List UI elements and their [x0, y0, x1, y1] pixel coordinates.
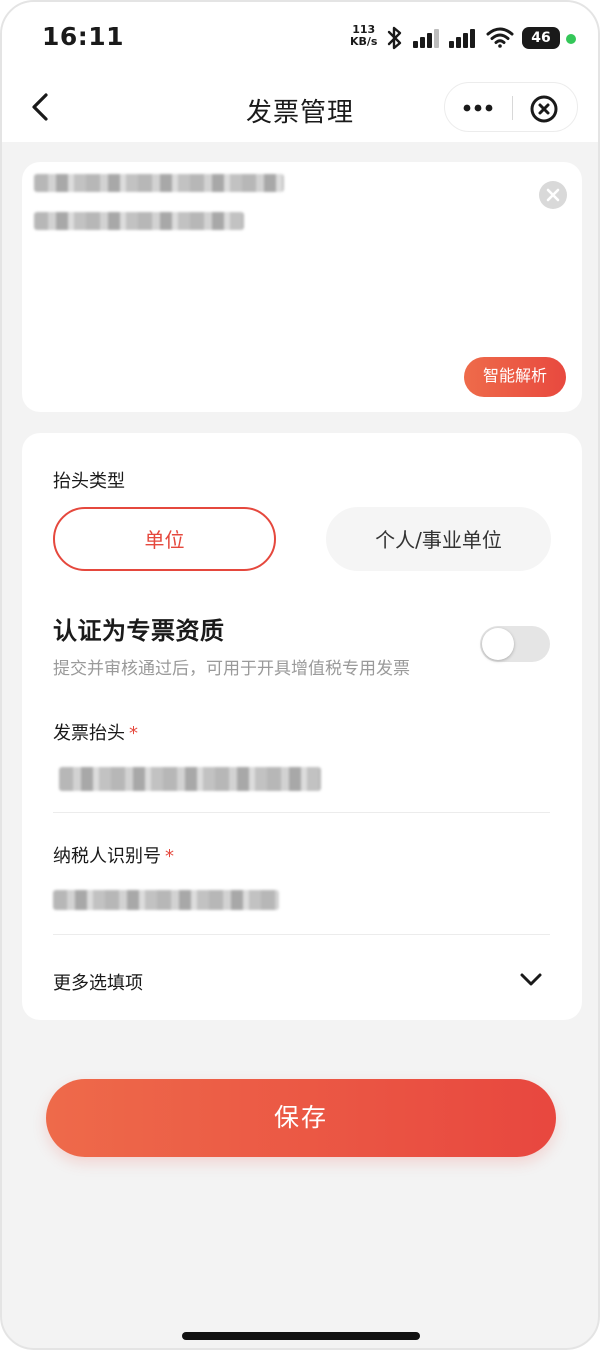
cert-title: 认证为专票资质	[53, 617, 225, 645]
bluetooth-icon	[387, 26, 402, 50]
pasted-text-redacted	[34, 212, 244, 230]
type-option-personal[interactable]: 个人/事业单位	[326, 507, 551, 571]
paste-text-card[interactable]: 智能解析	[22, 162, 582, 412]
phone-screen: 16:11 113 KB/s 46 发票管理 智能解析 抬头类型 单位 个人/事…	[0, 0, 600, 1350]
close-miniprogram-icon[interactable]	[529, 94, 559, 124]
more-options-label[interactable]: 更多选填项	[53, 969, 143, 995]
battery-icon: 46	[522, 27, 560, 49]
invoice-title-field[interactable]	[53, 761, 550, 801]
divider	[53, 812, 550, 813]
pasted-text-redacted	[34, 174, 284, 192]
header-type-label: 抬头类型	[53, 471, 125, 492]
save-button[interactable]: 保存	[46, 1079, 556, 1157]
taxpayer-id-field[interactable]	[53, 882, 550, 922]
home-indicator	[182, 1332, 420, 1340]
signal-icon	[449, 29, 475, 48]
toggle-knob	[482, 628, 514, 660]
capsule-divider	[512, 96, 513, 120]
invoice-title-redacted	[59, 767, 321, 791]
status-bar: 16:11 113 KB/s 46	[2, 2, 598, 72]
divider	[53, 934, 550, 935]
chevron-down-icon[interactable]	[518, 967, 544, 993]
invoice-title-label-text: 发票抬头	[53, 723, 125, 744]
status-time: 16:11	[42, 22, 125, 51]
taxpayer-id-redacted	[53, 890, 279, 910]
required-mark: *	[129, 723, 138, 744]
more-icon[interactable]	[459, 95, 497, 121]
network-speed-unit: KB/s	[350, 35, 378, 48]
network-speed: 113 KB/s	[350, 24, 377, 48]
required-mark: *	[165, 846, 174, 867]
taxpayer-id-label: 纳税人识别号 *	[53, 842, 174, 868]
clear-icon[interactable]	[538, 180, 568, 210]
smart-parse-button[interactable]: 智能解析	[464, 357, 566, 397]
cert-description: 提交并审核通过后，可用于开具增值税专用发票	[53, 659, 410, 679]
wifi-icon	[486, 27, 514, 48]
signal-icon	[413, 29, 439, 48]
navigation-bar: 发票管理	[2, 72, 598, 142]
invoice-title-label: 发票抬头 *	[53, 719, 138, 745]
taxpayer-id-label-text: 纳税人识别号	[53, 846, 161, 867]
invoice-form-card: 抬头类型 单位 个人/事业单位 认证为专票资质 提交并审核通过后，可用于开具增值…	[22, 433, 582, 1020]
battery-level: 46	[531, 30, 551, 46]
miniprogram-capsule	[444, 82, 578, 132]
cert-toggle[interactable]	[480, 626, 550, 662]
privacy-indicator-dot	[566, 34, 576, 44]
type-option-company[interactable]: 单位	[53, 507, 276, 571]
